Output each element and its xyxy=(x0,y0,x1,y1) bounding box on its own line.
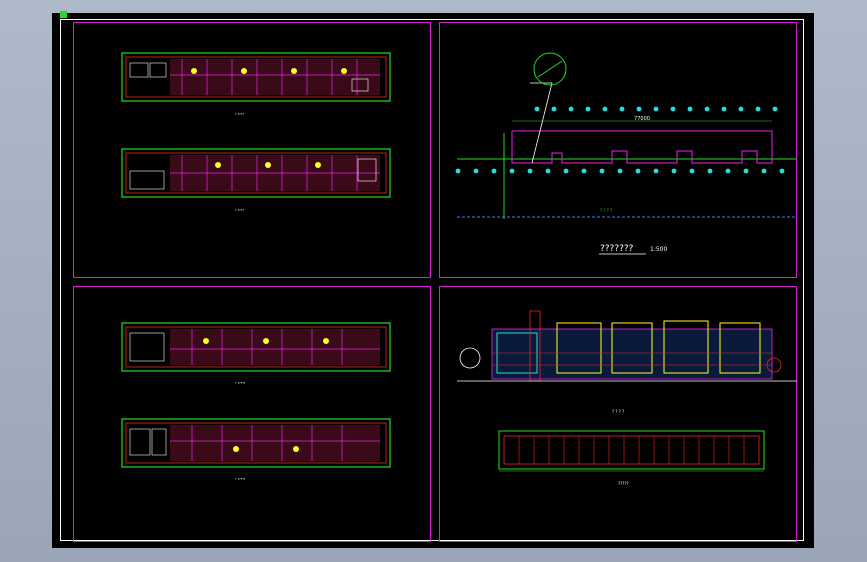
site-tree xyxy=(707,168,713,174)
site-tree xyxy=(534,106,540,112)
svg-text:? ? ? ?: ? ? ? ? xyxy=(600,208,612,213)
site-tree xyxy=(738,106,744,112)
site-tree xyxy=(636,106,642,112)
site-tree xyxy=(670,106,676,112)
svg-text:? ?????: ? ????? xyxy=(235,477,246,481)
site-tree xyxy=(551,106,557,112)
site-tree xyxy=(687,106,693,112)
svg-text:? ????: ? ???? xyxy=(235,112,244,116)
site-tree xyxy=(599,168,605,174)
svg-text:? ????: ? ???? xyxy=(235,208,244,212)
site-tree xyxy=(619,106,625,112)
site-tree xyxy=(671,168,677,174)
floor-plan-2 xyxy=(121,148,391,198)
site-tree xyxy=(653,106,659,112)
site-tree xyxy=(755,106,761,112)
site-tree xyxy=(617,168,623,174)
site-tree xyxy=(772,106,778,112)
site-tree xyxy=(761,168,767,174)
corner-marker xyxy=(60,11,67,18)
site-tree xyxy=(581,168,587,174)
site-plan: 77000 ??????? 1:500 ? ? ? ? xyxy=(455,52,797,255)
site-tree xyxy=(779,168,785,174)
site-tree xyxy=(509,168,515,174)
site-tree xyxy=(704,106,710,112)
roof-plan: ????? xyxy=(498,430,765,486)
site-tree xyxy=(545,168,551,174)
site-tree xyxy=(725,168,731,174)
site-tree xyxy=(653,168,659,174)
site-tree xyxy=(602,106,608,112)
svg-text:?????: ????? xyxy=(618,481,629,486)
site-tree xyxy=(455,168,461,174)
floor-plan-3 xyxy=(121,322,391,372)
site-tree xyxy=(491,168,497,174)
svg-text:? ? ? ?: ? ? ? ? xyxy=(612,409,624,414)
site-plan-title: ??????? xyxy=(600,244,634,254)
floor-plan-4 xyxy=(121,418,391,468)
building-elevation: ? ? ? ? xyxy=(457,310,797,414)
site-tree xyxy=(563,168,569,174)
svg-text:? ?????: ? ????? xyxy=(235,381,246,385)
site-plan-scale: 1:500 xyxy=(650,246,667,253)
site-tree xyxy=(721,106,727,112)
site-tree xyxy=(473,168,479,174)
drawing-sheet: 77000 ??????? 1:500 ? ? ? ? ? ? ? ? ????… xyxy=(52,13,814,548)
site-dimension-label: 77000 xyxy=(634,116,650,122)
floor-plan-1 xyxy=(121,52,391,102)
site-tree xyxy=(568,106,574,112)
site-tree xyxy=(585,106,591,112)
site-tree xyxy=(527,168,533,174)
site-tree xyxy=(743,168,749,174)
site-tree xyxy=(689,168,695,174)
site-tree xyxy=(635,168,641,174)
cad-drawings: 77000 ??????? 1:500 ? ? ? ? ? ? ? ? ????… xyxy=(121,52,797,486)
